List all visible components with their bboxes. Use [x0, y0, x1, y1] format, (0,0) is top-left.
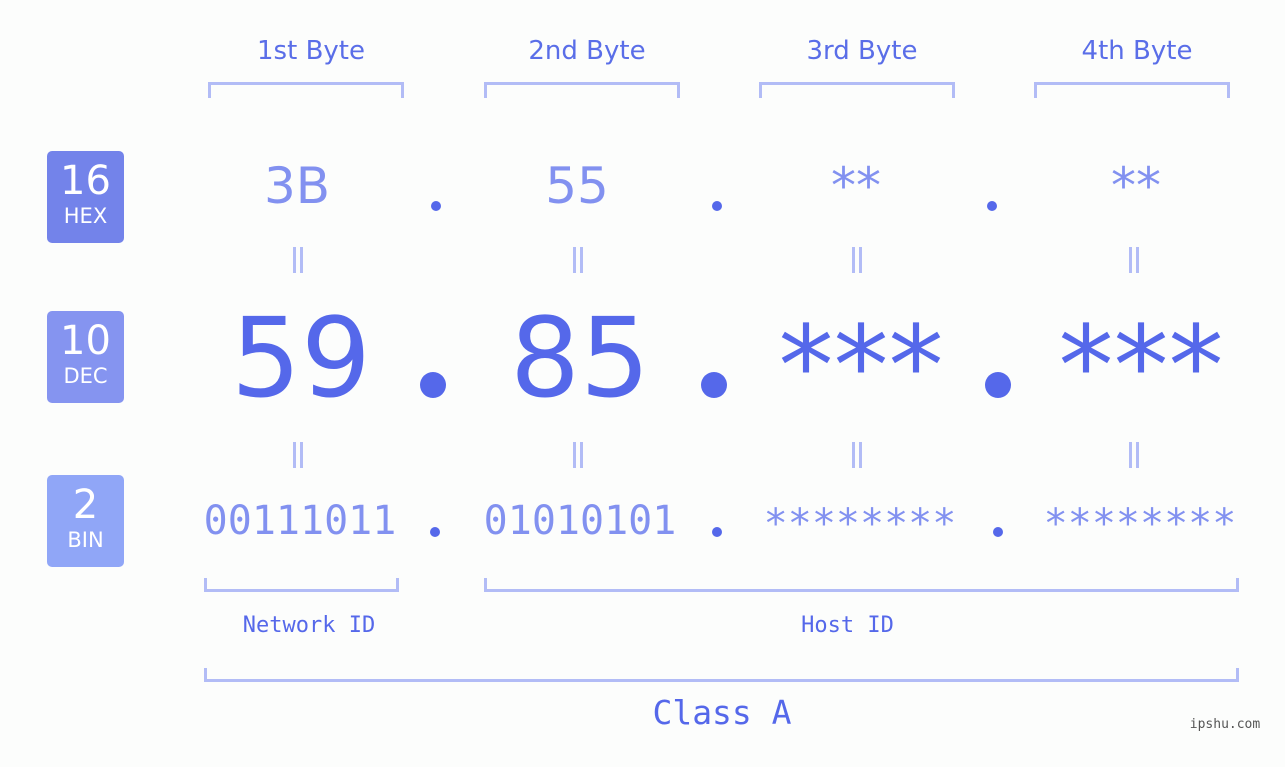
dec-separator-dot [701, 372, 727, 398]
hex-byte-1: 3B [263, 157, 331, 215]
bin-byte-2: 01010101 [483, 498, 677, 544]
bin-badge: 2 BIN [47, 475, 124, 567]
byte-header-2: 2nd Byte [528, 36, 646, 66]
dec-separator-dot [985, 372, 1011, 398]
byte-bracket-4 [1034, 82, 1230, 98]
equals-icon [571, 247, 585, 273]
bin-base-label: BIN [67, 528, 104, 552]
dec-badge: 10 DEC [47, 311, 124, 403]
byte-header-3: 3rd Byte [806, 36, 918, 66]
hex-separator-dot [431, 201, 441, 211]
byte-bracket-1 [208, 82, 404, 98]
class-bracket [204, 668, 1239, 682]
dec-byte-3: *** [778, 302, 944, 430]
dec-byte-2: 85 [510, 294, 650, 422]
network-id-label: Network ID [242, 613, 376, 638]
byte-header-1: 1st Byte [257, 36, 365, 66]
byte-header-4: 4th Byte [1081, 36, 1193, 66]
equals-icon [1127, 247, 1141, 273]
dec-base-label: DEC [63, 364, 108, 388]
hex-base-number: 16 [60, 158, 111, 204]
network-id-bracket [204, 578, 399, 592]
watermark: ipshu.com [1189, 717, 1261, 732]
class-label: Class A [652, 693, 792, 732]
bin-separator-dot [430, 527, 440, 537]
hex-byte-2: 55 [545, 157, 609, 215]
hex-separator-dot [712, 201, 722, 211]
dec-byte-1: 59 [231, 294, 371, 422]
dec-base-number: 10 [60, 318, 111, 364]
byte-bracket-3 [759, 82, 955, 98]
hex-base-label: HEX [63, 204, 108, 228]
hex-separator-dot [987, 201, 997, 211]
bin-separator-dot [993, 527, 1003, 537]
bin-base-number: 2 [72, 482, 99, 528]
equals-icon [1127, 442, 1141, 468]
hex-byte-3: ** [831, 157, 881, 215]
hex-byte-4: ** [1111, 157, 1161, 215]
host-id-bracket [484, 578, 1239, 592]
bin-byte-4: ******** [1043, 501, 1237, 547]
bin-separator-dot [712, 527, 722, 537]
host-id-label: Host ID [801, 613, 894, 638]
equals-icon [850, 442, 864, 468]
dec-byte-4: *** [1058, 302, 1224, 430]
equals-icon [291, 442, 305, 468]
dec-separator-dot [420, 372, 446, 398]
bin-byte-1: 00111011 [203, 498, 397, 544]
equals-icon [291, 247, 305, 273]
equals-icon [850, 247, 864, 273]
bin-byte-3: ******** [763, 501, 957, 547]
hex-badge: 16 HEX [47, 151, 124, 243]
byte-bracket-2 [484, 82, 680, 98]
equals-icon [571, 442, 585, 468]
